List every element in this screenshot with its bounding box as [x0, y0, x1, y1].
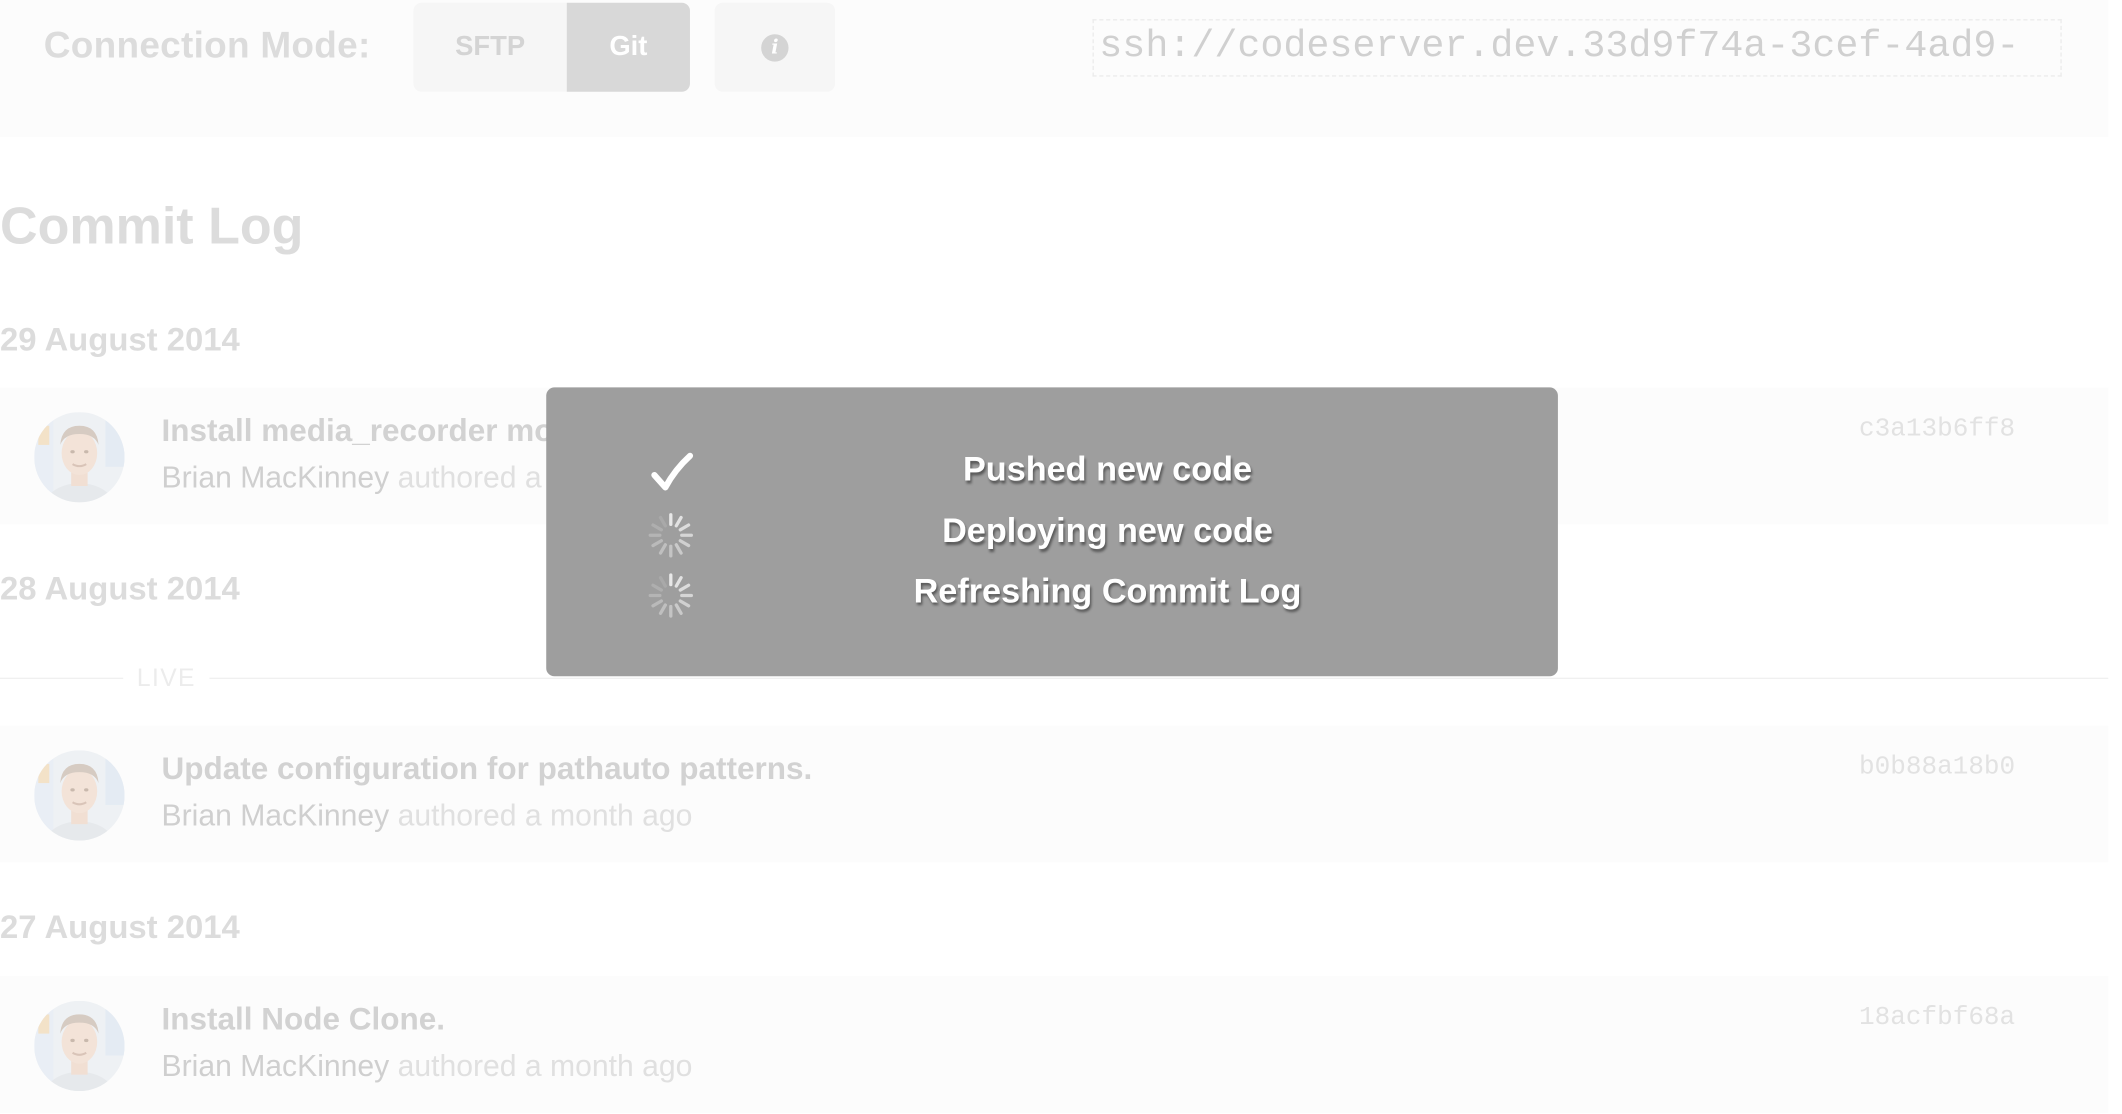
progress-step-label: Pushed new code — [962, 450, 1253, 489]
progress-step-label: Deploying new code — [942, 512, 1273, 551]
commit-hash[interactable]: c3a13b6ff8 — [1859, 413, 2015, 443]
connection-mode-label: Connection Mode: — [43, 24, 371, 66]
info-icon: i — [761, 33, 789, 61]
connection-mode-toggle: SFTP Git — [413, 2, 690, 92]
commit-date-heading: 29 August 2014 — [0, 321, 240, 359]
live-divider — [0, 677, 2109, 680]
commit-author: Brian MacKinney — [161, 798, 390, 833]
commit-time: authored a month ago — [397, 1048, 693, 1083]
commit-author: Brian MacKinney — [161, 459, 390, 495]
page-title: Commit Log — [0, 198, 304, 257]
commit-date-heading: 28 August 2014 — [0, 570, 240, 608]
commit-row[interactable]: Install Node Clone. Brian MacKinney auth… — [0, 976, 2109, 1113]
author-avatar — [34, 1001, 124, 1091]
progress-step: Deploying new code — [546, 507, 1558, 562]
commit-meta: Brian MacKinney authored a month ago — [162, 1049, 693, 1085]
spinner-icon — [648, 512, 695, 559]
commit-row[interactable]: Update configuration for pathauto patter… — [0, 725, 2109, 863]
live-label: LIVE — [123, 663, 210, 693]
progress-step: Refreshing Commit Log — [546, 567, 1558, 622]
spinner-icon — [648, 572, 695, 619]
commit-message[interactable]: Update configuration for pathauto patter… — [162, 750, 813, 787]
progress-step-label: Refreshing Commit Log — [913, 572, 1302, 611]
ssh-url-field[interactable]: ssh://codeserver.dev.33d9f74a-3cef-4ad9- — [1092, 19, 2062, 77]
commit-meta: Brian MacKinney authored a month ago — [162, 798, 693, 834]
checkmark-icon — [648, 450, 695, 497]
sftp-mode-button[interactable]: SFTP — [413, 2, 567, 92]
app-viewport: Connection Mode: SFTP Git i ssh://codese… — [0, 0, 2122, 1114]
progress-step: Pushed new code — [546, 445, 1558, 500]
commit-message[interactable]: Install Node Clone. — [162, 1001, 445, 1038]
commit-author: Brian MacKinney — [161, 1048, 390, 1083]
connection-header: Connection Mode: SFTP Git i ssh://codese… — [0, 0, 2109, 137]
author-avatar — [34, 412, 124, 502]
page: Connection Mode: SFTP Git i ssh://codese… — [0, 0, 2122, 1114]
deploy-progress-modal: Pushed new code Deploying new code Refre… — [546, 387, 1558, 677]
commit-time: authored a month ago — [397, 798, 693, 833]
author-avatar — [34, 750, 124, 840]
git-mode-button[interactable]: Git — [566, 2, 690, 92]
commit-hash[interactable]: 18acfbf68a — [1859, 1002, 2015, 1032]
connection-info-button[interactable]: i — [714, 2, 836, 92]
commit-hash[interactable]: b0b88a18b0 — [1859, 752, 2015, 782]
commit-date-heading: 27 August 2014 — [0, 909, 240, 946]
